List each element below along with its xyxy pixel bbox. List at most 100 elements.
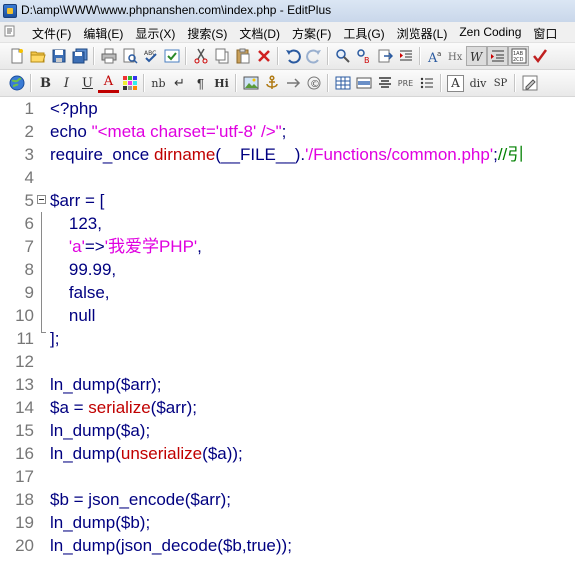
toolbar-separator [30,74,32,92]
color-palette-icon[interactable] [119,73,140,93]
image-icon[interactable] [240,73,261,93]
code-token: $b [222,536,242,555]
code-line: 20 ln_dump(json_decode($b,true)); [0,534,575,557]
menu-item[interactable]: 显示(X) [131,24,181,42]
check-icon[interactable] [161,46,182,66]
code-token: $a [120,421,140,440]
checkmark-icon[interactable] [529,46,550,66]
code-token: $arr [120,375,152,394]
span-button[interactable]: SP [490,73,511,93]
word-wrap-icon[interactable]: W [466,46,487,66]
line-number: 10 [15,306,34,325]
code-token: $b [120,513,140,532]
code-token: require_once [50,145,154,164]
save-all-icon[interactable] [69,46,90,66]
line-number: 20 [15,536,34,555]
newline-button[interactable]: ↵ [169,73,190,93]
replace-icon[interactable]: B [353,46,374,66]
code-line: 3 require_once dirname(__FILE__).'/Functi… [0,143,575,166]
code-token: $arr [50,191,81,210]
link-icon[interactable] [282,73,303,93]
new-file-icon[interactable] [6,46,27,66]
code-editor[interactable]: 1 <?php 2 echo "<meta charset='utf-8' />"; 3… [0,97,575,561]
code-token: = [68,398,89,417]
menu-item[interactable]: 文档(D) [235,24,286,42]
menu-document-icon[interactable] [4,25,16,37]
heading-button[interactable]: Hi [211,73,232,93]
italic-button[interactable]: I [56,73,77,93]
menu-item[interactable]: 方案(F) [288,24,337,42]
code-token: 99.99, [50,260,117,279]
code-token: ln_dump( [50,444,121,463]
code-token: 123, [50,214,102,233]
code-line: 1 <?php [0,97,575,120]
toolbar-separator [93,47,95,65]
svg-text:a: a [437,50,441,58]
copy-icon[interactable] [211,46,232,66]
toolbar-separator [419,47,421,65]
window-title: D:\amp\WWW\www.phpnanshen.com\index.php … [21,3,332,17]
edit-icon[interactable] [519,73,540,93]
font-size-icon[interactable]: Aa [424,46,445,66]
align-center-icon[interactable] [374,73,395,93]
goto-icon[interactable] [374,46,395,66]
code-line: 18 $b = json_encode($arr); [0,488,575,511]
paste-icon[interactable] [232,46,253,66]
line-number: 14 [15,398,34,417]
bold-button[interactable]: B [35,73,56,93]
code-token: ln_dump( [50,375,121,394]
column-icon[interactable]: 1AB 2CD [508,46,529,66]
list-icon[interactable] [416,73,437,93]
code-token: ); [220,490,231,509]
menu-item[interactable]: 搜索(S) [183,24,233,42]
line-number: 9 [24,283,34,302]
undo-icon[interactable] [282,46,303,66]
code-line: 15 ln_dump($a); [0,419,575,442]
menu-item[interactable]: 工具(G) [339,24,390,42]
pre-button[interactable]: PRE [395,73,416,93]
code-text: $a = serialize($arr); [50,396,197,419]
menu-item[interactable]: 浏览器(L) [393,24,454,42]
form-button[interactable]: A [447,74,464,92]
fold-toggle-icon[interactable] [37,195,46,204]
table-row-icon[interactable] [353,73,374,93]
code-text: ln_dump(unserialize($a)); [50,442,243,465]
hex-icon[interactable]: Hx [445,46,466,66]
special-char-icon[interactable]: © [303,73,324,93]
cut-icon[interactable] [190,46,211,66]
print-preview-icon[interactable] [119,46,140,66]
anchor-icon[interactable] [261,73,282,93]
save-icon[interactable] [48,46,69,66]
print-icon[interactable] [98,46,119,66]
open-folder-icon[interactable] [27,46,48,66]
browser-globe-icon[interactable] [6,73,27,93]
menu-item[interactable]: 文件(F) [28,24,77,42]
code-token: $arr [190,490,221,509]
code-text: $b = json_encode($arr); [50,488,231,511]
code-text: ln_dump($arr); [50,373,162,396]
delete-icon[interactable] [253,46,274,66]
find-icon[interactable] [332,46,353,66]
nbsp-button[interactable]: nb [148,73,169,93]
redo-icon[interactable] [303,46,324,66]
paragraph-button[interactable]: ¶ [190,73,211,93]
code-token: $a [207,444,227,463]
code-line: 7 'a'=>'我爱学PHP', [0,235,575,258]
div-button[interactable]: div [466,73,490,93]
menu-item[interactable]: 窗口 [529,24,563,42]
table-icon[interactable] [332,73,353,93]
editplus-app-icon[interactable] [3,4,17,18]
indent-icon[interactable] [395,46,416,66]
code-line: 4 [0,166,575,189]
font-color-button[interactable]: A [98,73,119,93]
line-number: 8 [24,260,34,279]
spell-check-icon[interactable]: ABC [140,46,161,66]
code-token: ,true)); [241,536,292,555]
underline-button[interactable]: U [77,73,98,93]
svg-text:2CD: 2CD [513,57,524,63]
menu-item[interactable]: Zen Coding [455,24,527,42]
menu-item[interactable]: 编辑(E) [79,24,129,42]
code-token: echo [50,122,92,141]
code-token: ; [281,122,287,141]
line-numbers-icon[interactable] [487,46,508,66]
